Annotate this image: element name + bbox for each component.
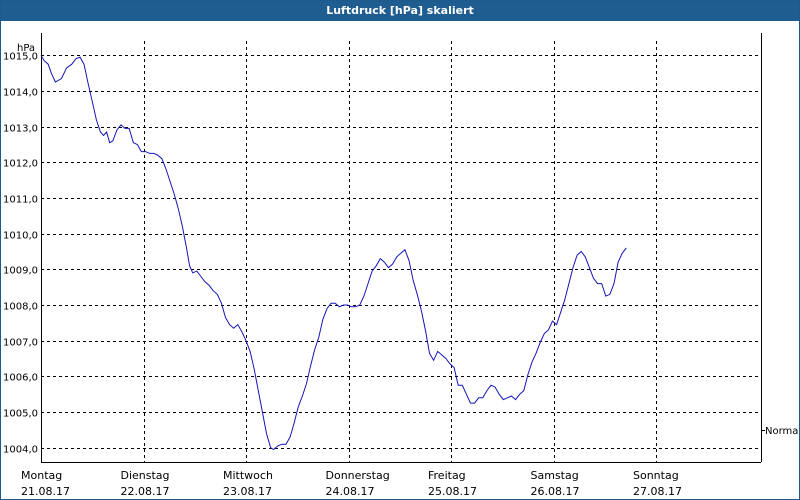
normal-label: Normal [765, 426, 799, 437]
x-date-label: 21.08.17 [21, 485, 70, 498]
y-tick-label: 1014,0 [3, 88, 38, 99]
x-day-label: Sonntag [633, 469, 679, 482]
x-day-label: Montag [21, 469, 62, 482]
x-date-label: 22.08.17 [121, 485, 170, 498]
window-title: Luftdruck [hPa] skaliert [1, 1, 799, 21]
x-day-label: Samstag [531, 469, 579, 482]
series [40, 55, 627, 451]
x-date-label: 23.08.17 [223, 485, 272, 498]
x-day-label: Dienstag [121, 469, 170, 482]
x-day-label: Donnerstag [326, 469, 390, 482]
chart-window: Luftdruck [hPa] skaliert 1015,0 1014,0 101… [0, 0, 800, 500]
x-day-label: Mittwoch [223, 469, 273, 482]
y-axis-unit: hPa [17, 43, 35, 54]
x-date-label: 26.08.17 [531, 485, 580, 498]
y-tick-label: 1005,0 [3, 409, 38, 420]
y-tick-label: 1004,0 [3, 445, 38, 456]
y-tick-label: 1010,0 [3, 231, 38, 242]
y-tick-label: 1006,0 [3, 373, 38, 384]
pressure-line [40, 55, 627, 451]
x-date-label: 25.08.17 [428, 485, 477, 498]
x-date-label: 27.08.17 [633, 485, 682, 498]
axis-labels: 1015,01014,01013,01012,01011,01010,01009… [3, 43, 799, 498]
y-tick-label: 1012,0 [3, 159, 38, 170]
grid [41, 41, 761, 462]
y-tick-label: 1011,0 [3, 195, 38, 206]
pressure-chart: 1015,01014,01013,01012,01011,01010,01009… [3, 33, 799, 498]
y-tick-label: 1009,0 [3, 266, 38, 277]
x-day-label: Freitag [428, 469, 466, 482]
x-date-label: 24.08.17 [326, 485, 375, 498]
y-tick-label: 1007,0 [3, 338, 38, 349]
y-tick-label: 1013,0 [3, 124, 38, 135]
y-tick-label: 1008,0 [3, 302, 38, 313]
